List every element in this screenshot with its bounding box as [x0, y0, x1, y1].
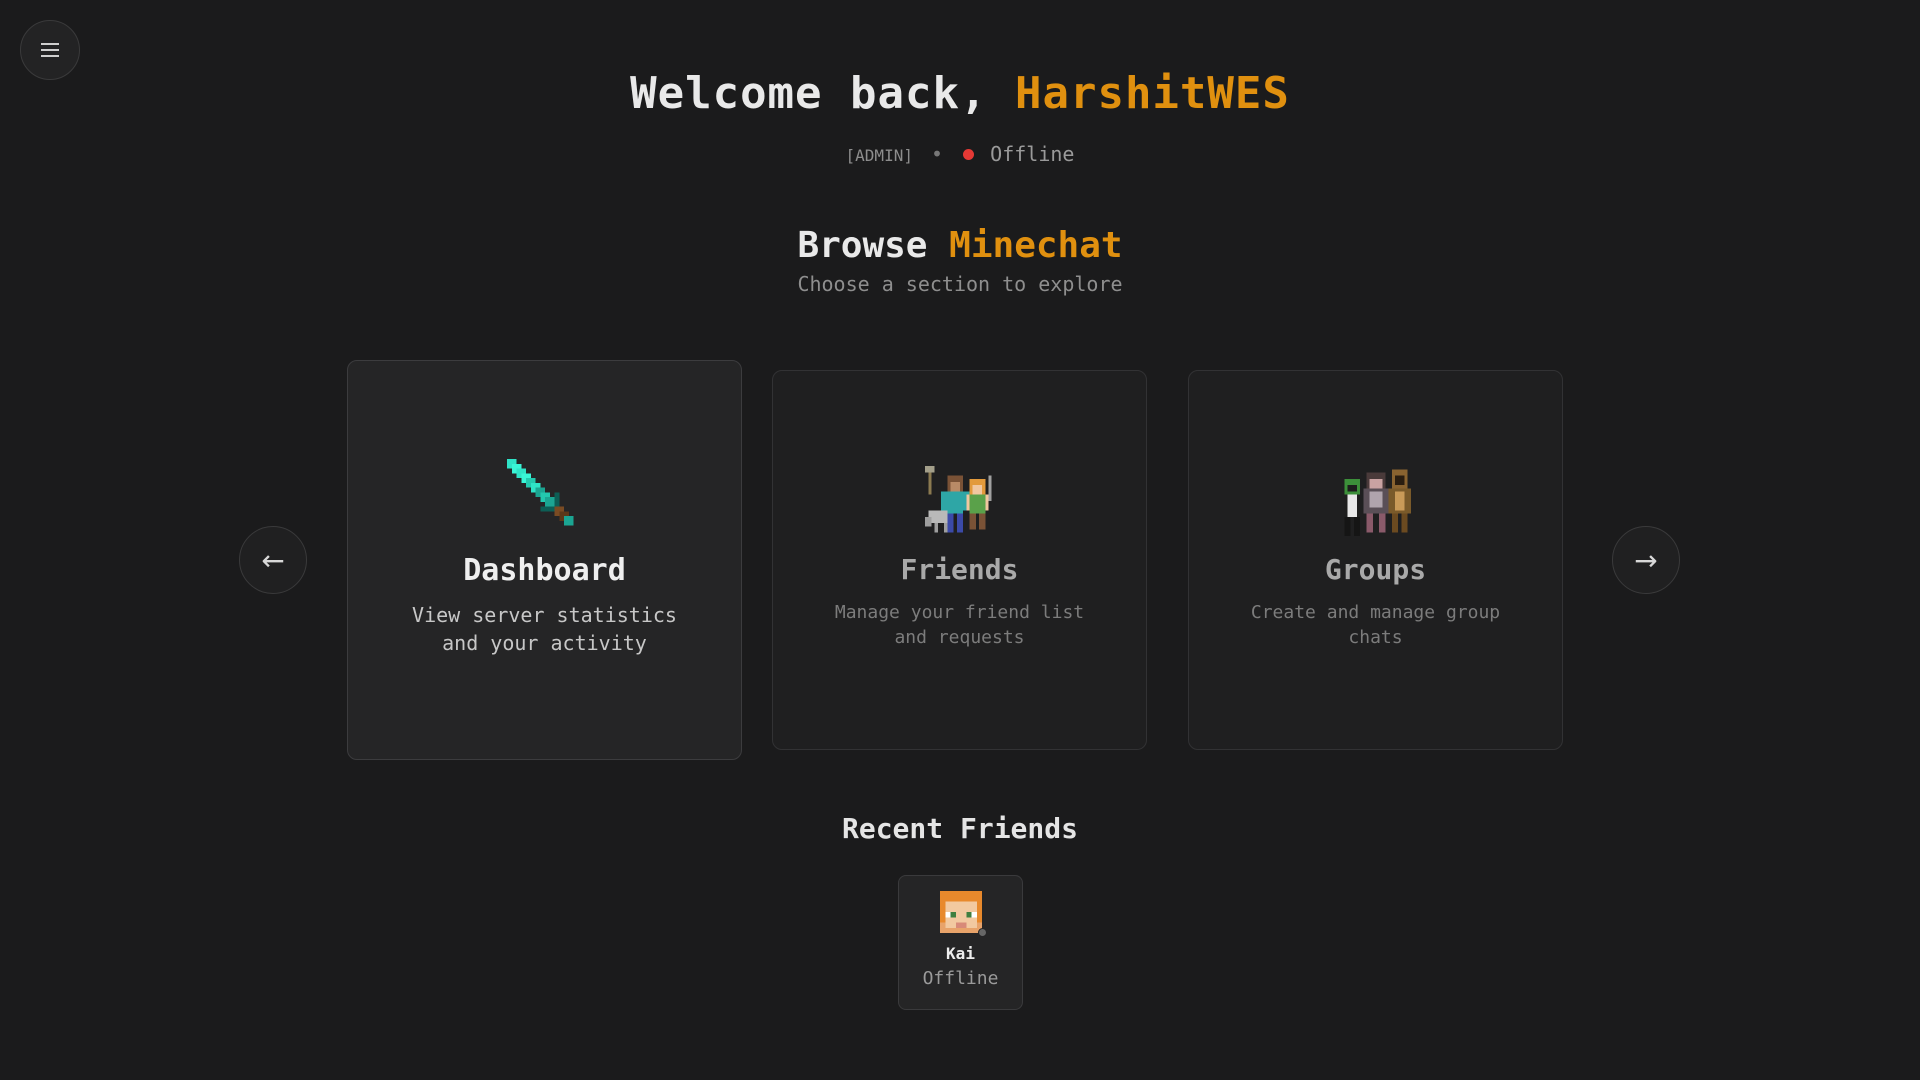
page: Welcome back, HarshitWES [ADMIN] • Offli… — [0, 0, 1920, 1080]
browse-heading: Browse Minechat — [0, 225, 1920, 266]
user-status-line: [ADMIN] • Offline — [0, 142, 1920, 166]
recent-friends-heading: Recent Friends — [841, 812, 1078, 845]
card-title: Dashboard — [463, 553, 626, 588]
status-text: Offline — [990, 142, 1075, 166]
card-title: Groups — [1324, 553, 1427, 586]
avatar — [940, 891, 982, 933]
friends-characters-icon — [924, 466, 992, 533]
card-title: Friends — [900, 553, 1019, 586]
diamond-sword-icon — [506, 459, 573, 526]
username: HarshitWES — [1014, 68, 1290, 119]
browse-prefix: Browse — [797, 225, 928, 266]
friend-name: Kai — [946, 944, 975, 963]
browse-subtitle: Choose a section to explore — [797, 272, 1123, 296]
offline-status-dot — [963, 149, 975, 160]
groups-characters-icon — [1343, 469, 1411, 536]
friend-status: Offline — [922, 968, 999, 989]
browse-accent: Minechat — [949, 225, 1123, 266]
hamburger-menu-icon — [41, 43, 59, 57]
card-dashboard[interactable]: Dashboard View server statistics and you… — [347, 360, 742, 760]
card-description: Manage your friend list and requests — [834, 602, 1085, 649]
status-separator: • — [931, 142, 944, 166]
card-description: View server statistics and your activity — [412, 603, 677, 655]
carousel-next-button[interactable]: → — [1612, 526, 1680, 594]
friend-status-dot — [978, 928, 987, 937]
card-friends[interactable]: Friends Manage your friend list and requ… — [772, 370, 1147, 750]
arrow-left-icon: ← — [261, 543, 285, 577]
welcome-heading: Welcome back, HarshitWES — [0, 68, 1920, 119]
card-groups[interactable]: Groups Create and manage group chats — [1188, 370, 1563, 750]
friend-card[interactable]: Kai Offline — [898, 875, 1023, 1010]
arrow-right-icon: → — [1634, 543, 1658, 577]
welcome-prefix: Welcome back, — [630, 68, 988, 119]
role-badge: [ADMIN] — [845, 146, 913, 165]
card-description: Create and manage group chats — [1250, 602, 1501, 649]
carousel-prev-button[interactable]: ← — [239, 526, 307, 594]
